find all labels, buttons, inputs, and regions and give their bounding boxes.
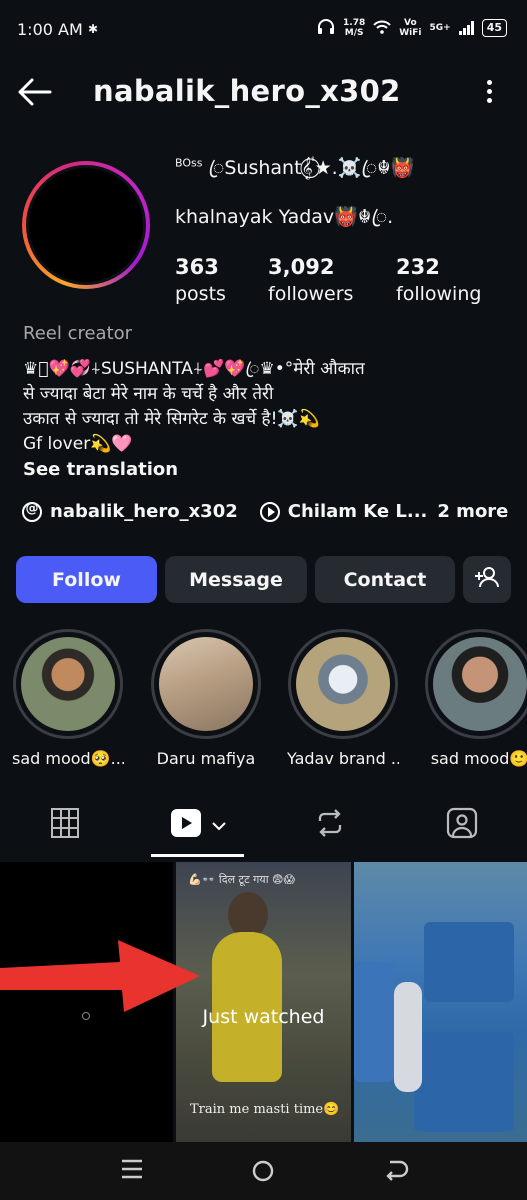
name-prefix: BOss xyxy=(175,156,203,170)
more-options-icon[interactable] xyxy=(485,80,493,106)
external-link[interactable]: Chilam Ke L... xyxy=(288,501,428,522)
story-highlight[interactable]: sad mood🥺... xyxy=(12,629,124,768)
back-arrow-icon[interactable] xyxy=(16,76,52,108)
active-tab-indicator xyxy=(151,854,244,857)
following-label: following xyxy=(396,283,482,305)
red-arrow-annotation xyxy=(0,940,200,1012)
posts-label: posts xyxy=(175,283,226,305)
home-icon[interactable] xyxy=(250,1158,278,1184)
highlight-cover xyxy=(21,637,115,731)
message-button[interactable]: Message xyxy=(165,556,307,603)
profile-links-row: nabalik_hero_x302 Chilam Ke L... 2 more xyxy=(22,501,508,522)
stat-following[interactable]: 232 following xyxy=(396,255,481,305)
stat-followers[interactable]: 3,092 followers xyxy=(268,255,353,305)
reel-caption-bottom: Train me masti time😊 xyxy=(190,1102,340,1117)
back-nav-icon[interactable] xyxy=(384,1158,412,1184)
highlight-label: Daru mafiya xyxy=(156,749,256,768)
grid-icon xyxy=(51,808,79,842)
repost-icon xyxy=(315,808,345,842)
story-highlight[interactable]: Daru mafiya xyxy=(150,629,262,768)
train-seat xyxy=(354,962,394,1082)
network-type: 5G+ xyxy=(429,23,451,33)
notification-icon: ✱ xyxy=(88,22,99,36)
signal-icon xyxy=(458,21,474,35)
posts-count: 363 xyxy=(175,255,219,279)
profile-category: Reel creator xyxy=(23,323,133,344)
story-ring[interactable] xyxy=(22,161,150,289)
page-title-username: nabalik_hero_x302 xyxy=(93,74,401,108)
bio-line: Gf lover💫🩷 xyxy=(23,434,133,454)
battery-indicator: 45 xyxy=(481,19,507,37)
highlight-cover xyxy=(159,637,253,731)
wifi-icon xyxy=(373,20,391,37)
vowifi-bottom: WiFi xyxy=(399,28,422,38)
suggested-users-button[interactable] xyxy=(463,556,511,603)
threads-handle-link[interactable]: nabalik_hero_x302 xyxy=(50,501,238,522)
bio: ♛ꦿ💖💞⍭SUSHANTA⍭💕💖ꦿ♛•°मेरी औकात से ज्यादा … xyxy=(23,357,503,457)
status-icons: 1.78 M/S Vo WiFi 5G+ 45 xyxy=(317,18,507,38)
story-highlight[interactable]: sad mood🙂 xyxy=(424,629,527,768)
bio-line: से ज्यादा बेटा मेरे नाम के चर्चे है और त… xyxy=(23,384,274,404)
tab-reels[interactable] xyxy=(151,792,244,858)
follow-button[interactable]: Follow xyxy=(16,556,157,603)
following-count: 232 xyxy=(396,255,440,279)
status-bar: 1:00 AM ✱ 1.78 M/S Vo WiFi 5G+ 45 xyxy=(0,0,527,62)
more-links[interactable]: 2 more xyxy=(437,501,508,522)
vowifi-top: Vo xyxy=(404,18,417,28)
followers-label: followers xyxy=(268,283,354,305)
highlight-cover xyxy=(433,637,527,731)
chevron-down-icon xyxy=(211,816,226,835)
avatar[interactable] xyxy=(29,168,143,282)
net-speed-unit: M/S xyxy=(344,28,364,38)
bio-line: उकात से ज्यादा तो मेरे सिगरेट के खर्चे ह… xyxy=(23,409,320,429)
profile-tabs xyxy=(0,792,527,858)
tab-posts-grid[interactable] xyxy=(22,792,108,858)
display-name-line2: khalnayak Yadav👹☬ꦿ. xyxy=(175,206,394,228)
highlight-label: Yadav brand ... xyxy=(287,749,399,768)
tagged-person-icon xyxy=(446,807,478,843)
status-time: 1:00 AM xyxy=(17,20,83,39)
stat-posts[interactable]: 363 posts xyxy=(175,255,226,305)
reels-icon xyxy=(170,808,202,842)
recent-apps-icon[interactable] xyxy=(120,1158,148,1184)
tab-reposts[interactable] xyxy=(290,792,370,858)
add-user-icon xyxy=(474,566,500,593)
tab-tagged[interactable] xyxy=(420,792,504,858)
reel-thumbnail[interactable] xyxy=(354,862,527,1142)
system-navigation-bar xyxy=(0,1142,527,1200)
train-seat xyxy=(414,1032,514,1132)
display-name-line1: BOss ꦿSushant︎𝄟⃝★.☠️ꦿ☬👹 xyxy=(175,154,414,192)
network-speed: 1.78 M/S xyxy=(343,18,365,38)
story-highlight[interactable]: Yadav brand ... xyxy=(287,629,399,768)
vowifi-indicator: Vo WiFi xyxy=(399,18,421,38)
threads-icon xyxy=(22,501,42,522)
see-translation-link[interactable]: See translation xyxy=(23,459,178,480)
train-seat xyxy=(424,922,514,1002)
contact-button[interactable]: Contact xyxy=(315,556,455,603)
highlight-label: sad mood🥺... xyxy=(12,749,124,768)
bio-line: ♛ꦿ💖💞⍭SUSHANTA⍭💕💖ꦿ♛•°मेरी औकात xyxy=(23,359,365,379)
passenger xyxy=(394,982,422,1092)
followers-count: 3,092 xyxy=(268,255,335,279)
highlight-label: sad mood🙂 xyxy=(430,749,527,768)
highlight-cover xyxy=(296,637,390,731)
play-icon xyxy=(259,501,280,522)
headphones-icon xyxy=(317,18,335,38)
name-line1-text: ꦿSushant︎𝄟⃝★.☠️ꦿ☬👹 xyxy=(208,157,415,179)
profile-top-bar: nabalik_hero_x302 xyxy=(0,62,527,122)
net-speed-value: 1.78 xyxy=(343,18,366,28)
reel-caption-top: 💪🏻👓 दिल टूट गया 😨😱 xyxy=(188,873,295,886)
